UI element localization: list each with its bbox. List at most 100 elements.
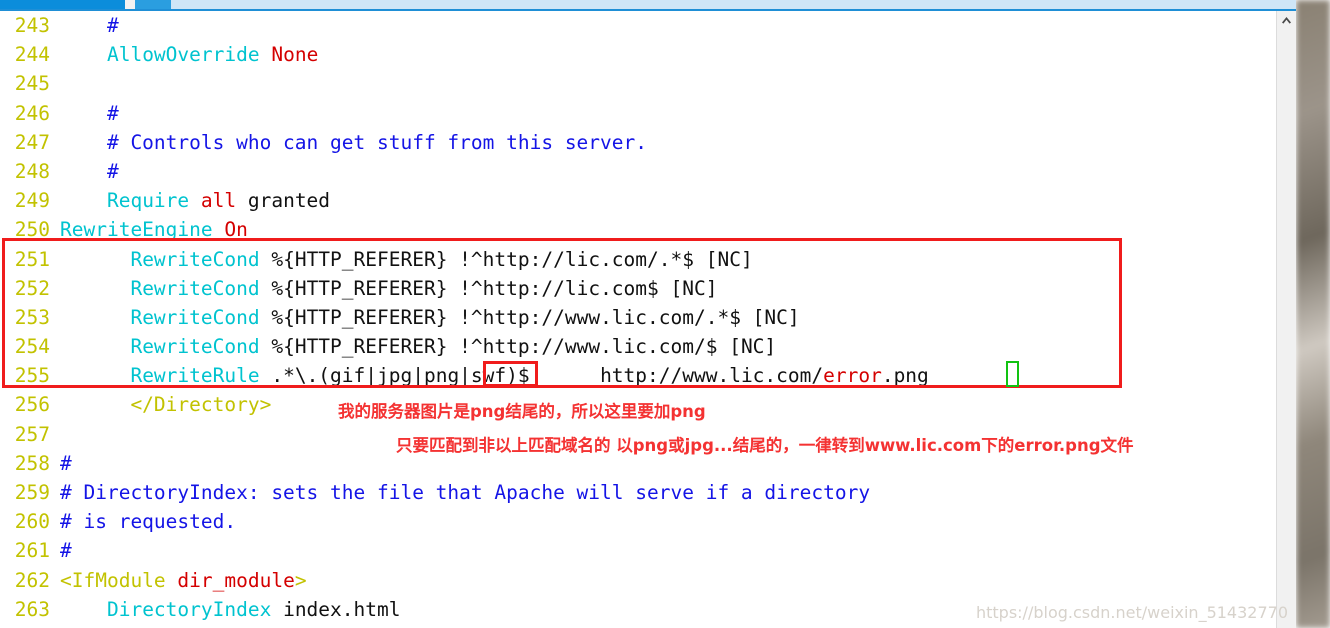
code-line[interactable]: 247 # Controls who can get stuff from th… (0, 128, 1277, 157)
code-token: AllowOverride (106, 43, 272, 67)
code-line-text: </Directory> (50, 393, 271, 416)
code-line[interactable]: 245 (0, 69, 1277, 98)
line-number: 248 (14, 159, 50, 183)
line-number: 264 (0, 624, 50, 628)
code-token: > (294, 568, 307, 592)
code-token: %{HTTP_REFERER} !^http://lic.com$ [NC] (271, 276, 718, 300)
line-number: 247 (14, 130, 50, 154)
chevron-up-icon[interactable] (1277, 11, 1296, 29)
code-line-text: # Controls who can get stuff from this s… (50, 131, 647, 154)
code-token: # is requested. (60, 510, 237, 534)
code-line-text: # (50, 14, 130, 37)
text-cursor-box (1006, 361, 1019, 387)
line-number: 251 (14, 247, 50, 271)
code-line-text: RewriteCond %{HTTP_REFERER} !^http://lic… (50, 247, 752, 271)
code-line-text: Require all granted (50, 189, 330, 212)
line-number: 243 (14, 14, 50, 37)
code-line-text: RewriteCond %{HTTP_REFERER} !^http://www… (50, 335, 776, 358)
code-line-text: # (50, 160, 130, 183)
code-line-text: DirectoryIndex index.html (50, 597, 401, 621)
line-number: 252 (14, 276, 50, 300)
code-token: index.html (283, 597, 401, 621)
code-line[interactable]: 261 # (0, 536, 1277, 565)
code-line-text: RewriteCond %{HTTP_REFERER} !^http://lic… (50, 277, 717, 300)
code-line[interactable]: 253 RewriteCond %{HTTP_REFERER} !^http:/… (0, 303, 1277, 332)
active-tab-indicator[interactable] (0, 0, 125, 9)
code-token: </Directory> (60, 393, 272, 417)
line-number: 244 (14, 43, 50, 67)
code-line-text: # (50, 452, 72, 475)
line-number: 262 (14, 568, 50, 592)
code-token: RewriteCond (130, 247, 272, 271)
line-number: 263 (14, 597, 50, 621)
code-line[interactable]: 250 RewriteEngine On (0, 215, 1277, 244)
code-token: .*\.(gif|jpg|png|swf)$ http://www.lic.co… (271, 364, 824, 388)
code-token: # DirectoryIndex: sets the file that Apa… (60, 481, 871, 504)
code-line[interactable]: 260 # is requested. (0, 507, 1277, 536)
line-number: 245 (14, 72, 50, 96)
line-number: 260 (14, 510, 50, 534)
code-line[interactable]: 248 # (0, 157, 1277, 186)
annotation-note-2: 只要匹配到非以上匹配域名的 以png或jpg...结尾的，一律转到www.lic… (396, 436, 1134, 455)
code-line-text: RewriteEngine On (50, 218, 248, 241)
line-number: 246 (14, 101, 50, 125)
code-line[interactable]: 249 Require all granted (0, 186, 1277, 215)
new-tab-indicator[interactable] (135, 0, 171, 9)
code-line[interactable]: 259 # DirectoryIndex: sets the file that … (0, 478, 1277, 507)
line-number: 257 (14, 422, 50, 446)
code-token: # (60, 14, 131, 37)
browser-tab-strip[interactable] (0, 0, 1296, 11)
line-number: 259 (14, 481, 50, 504)
code-line[interactable]: 255 RewriteRule .*\.(gif|jpg|png|swf)$ h… (0, 361, 1277, 390)
vertical-scrollbar[interactable] (1276, 11, 1296, 628)
code-token: # Controls who can get stuff from this s… (60, 130, 647, 154)
code-line-text: # (50, 102, 130, 125)
line-number: 255 (14, 364, 50, 388)
code-line[interactable]: 252 RewriteCond %{HTTP_REFERER} !^http:/… (0, 274, 1277, 303)
code-line[interactable]: 244 AllowOverride None (0, 40, 1277, 69)
code-token: DirectoryIndex (106, 597, 284, 621)
line-number: 256 (14, 393, 50, 417)
code-line-text: AllowOverride None (50, 43, 318, 66)
line-number: 253 (14, 305, 50, 329)
code-line[interactable]: 246 # (0, 99, 1277, 128)
code-token: RewriteEngine (60, 218, 225, 242)
code-line[interactable]: 254 RewriteCond %{HTTP_REFERER} !^http:/… (0, 332, 1277, 361)
code-token: RewriteCond (130, 305, 272, 329)
code-token: .png (881, 364, 929, 388)
code-editor-pane[interactable]: 243 # 244 AllowOverride None 245 246 # 247… (0, 11, 1277, 628)
code-line[interactable]: 251 RewriteCond %{HTTP_REFERER} !^http:/… (0, 245, 1277, 274)
annotation-note-1: 我的服务器图片是png结尾的，所以这里要加png (338, 402, 706, 421)
line-number: 258 (14, 451, 50, 475)
code-line-text: <IfModule dir_module> (50, 569, 307, 592)
code-line-text: RewriteCond %{HTTP_REFERER} !^http://www… (50, 305, 800, 329)
code-line[interactable]: 262 <IfModule dir_module> (0, 566, 1277, 595)
code-token: %{HTTP_REFERER} !^http://www.lic.com/.*$… (271, 305, 800, 329)
code-line-text: # (50, 539, 72, 562)
code-token: # (60, 159, 131, 183)
code-line[interactable]: 264</IfModule> (0, 624, 1277, 628)
code-token: RewriteCond (130, 335, 272, 359)
code-token: Require (106, 189, 201, 213)
line-number: 249 (14, 189, 50, 213)
png-token-highlight-box (483, 361, 538, 387)
code-line[interactable]: 243 # (0, 11, 1277, 40)
code-token: RewriteCond (130, 276, 272, 300)
code-token: # (60, 101, 131, 125)
code-token: all (200, 189, 248, 213)
tab-separator (125, 0, 135, 9)
code-token: dir_module (177, 568, 295, 592)
code-token: granted (247, 189, 331, 213)
code-line-text: # DirectoryIndex: sets the file that Apa… (50, 481, 870, 504)
code-token: RewriteRule (130, 364, 272, 388)
line-number: 261 (14, 539, 50, 563)
code-token: %{HTTP_REFERER} !^http://www.lic.com/$ [… (271, 335, 777, 359)
tab-strip-underline (0, 9, 1296, 11)
